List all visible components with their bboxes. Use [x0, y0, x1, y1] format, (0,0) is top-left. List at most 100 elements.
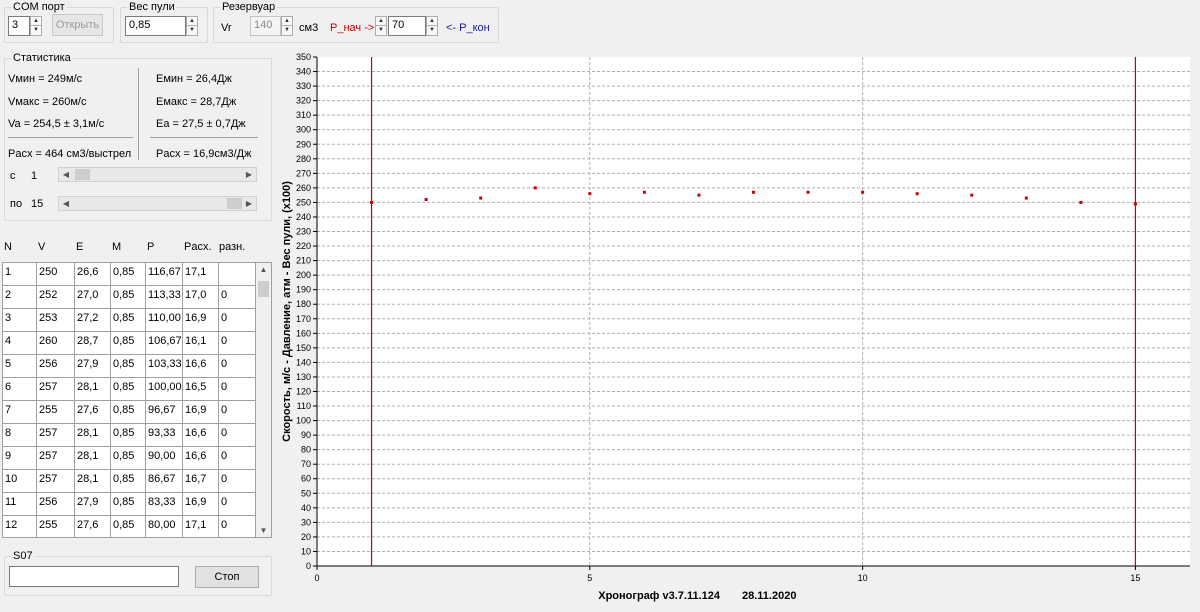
data-point[interactable]	[479, 196, 483, 200]
bullet-weight-spinner[interactable]: ▲ ▼	[186, 16, 198, 36]
table-cell[interactable]: 0	[219, 378, 256, 401]
table-cell[interactable]: 6	[3, 378, 37, 401]
table-cell[interactable]: 0,85	[111, 378, 146, 401]
table-cell[interactable]: 28,1	[75, 470, 111, 493]
table-cell[interactable]: 0,85	[111, 470, 146, 493]
table-cell[interactable]: 0,85	[111, 332, 146, 355]
table-cell[interactable]: 0	[219, 332, 256, 355]
table-cell[interactable]: 9	[3, 447, 37, 470]
shots-table[interactable]: ▲ ▼ 1 250 26,6 0,85 116,67 17,1 2 252 27,0 0,85 11…	[2, 262, 272, 538]
table-cell[interactable]: 0	[219, 309, 256, 332]
table-cell[interactable]: 8	[3, 424, 37, 447]
table-cell[interactable]: 100,00	[146, 378, 183, 401]
open-port-button[interactable]: Открыть	[52, 14, 103, 36]
table-cell[interactable]: 0	[219, 355, 256, 378]
table-cell[interactable]: 28,1	[75, 447, 111, 470]
table-cell[interactable]: 0	[219, 470, 256, 493]
data-point[interactable]	[1024, 196, 1028, 200]
col-header-diff[interactable]: разн.	[219, 241, 245, 253]
col-header-n[interactable]: N	[4, 241, 12, 253]
table-cell[interactable]: 0	[219, 516, 256, 537]
table-cell[interactable]: 28,1	[75, 378, 111, 401]
table-cell[interactable]: 0	[219, 447, 256, 470]
table-cell[interactable]: 0,85	[111, 424, 146, 447]
table-row[interactable]: 3 253 27,2 0,85 110,00 16,9 0	[3, 309, 256, 332]
table-cell[interactable]: 257	[37, 447, 75, 470]
s07-input[interactable]	[9, 566, 179, 587]
table-row[interactable]: 5 256 27,9 0,85 103,33 16,6 0	[3, 355, 256, 378]
table-cell[interactable]: 80,00	[146, 516, 183, 537]
data-point[interactable]	[1133, 202, 1137, 206]
table-row[interactable]: 7 255 27,6 0,85 96,67 16,9 0	[3, 401, 256, 424]
table-cell[interactable]: 0,85	[111, 286, 146, 309]
data-point[interactable]	[806, 190, 810, 194]
table-cell[interactable]: 2	[3, 286, 37, 309]
table-cell[interactable]: 0	[219, 424, 256, 447]
range-to-slider[interactable]: ◀ ▶	[58, 196, 257, 211]
table-row[interactable]: 4 260 28,7 0,85 106,67 16,1 0	[3, 332, 256, 355]
table-cell[interactable]: 0	[219, 401, 256, 424]
data-point[interactable]	[752, 190, 755, 194]
scroll-up-icon[interactable]: ▲	[256, 265, 271, 274]
table-cell[interactable]: 16,9	[183, 401, 219, 424]
table-cell[interactable]: 27,0	[75, 286, 111, 309]
table-cell[interactable]: 0,85	[111, 516, 146, 537]
table-cell[interactable]: 27,6	[75, 401, 111, 424]
scroll-left-icon[interactable]: ◀	[59, 197, 73, 210]
table-cell[interactable]: 113,33	[146, 286, 183, 309]
table-cell[interactable]: 250	[37, 263, 75, 286]
table-cell[interactable]: 86,67	[146, 470, 183, 493]
table-row[interactable]: 2 252 27,0 0,85 113,33 17,0 0	[3, 286, 256, 309]
slider-thumb[interactable]	[227, 198, 242, 209]
com-port-input[interactable]: 3	[8, 16, 30, 36]
col-header-e[interactable]: E	[76, 241, 83, 253]
stop-button[interactable]: Стоп	[195, 566, 259, 588]
table-cell[interactable]: 10	[3, 470, 37, 493]
data-point[interactable]	[370, 200, 374, 204]
scroll-left-icon[interactable]: ◀	[59, 168, 73, 181]
table-cell[interactable]: 116,67	[146, 263, 183, 286]
table-cell[interactable]: 252	[37, 286, 75, 309]
scroll-right-icon[interactable]: ▶	[242, 168, 256, 181]
table-cell[interactable]: 16,6	[183, 424, 219, 447]
table-scrollbar[interactable]: ▲ ▼	[256, 263, 271, 537]
table-cell[interactable]: 28,1	[75, 424, 111, 447]
data-point[interactable]	[424, 198, 428, 202]
data-point[interactable]	[642, 190, 646, 194]
table-cell[interactable]: 255	[37, 401, 75, 424]
table-cell[interactable]: 27,6	[75, 516, 111, 537]
table-cell[interactable]: 257	[37, 470, 75, 493]
scroll-down-icon[interactable]: ▼	[256, 526, 271, 535]
table-cell[interactable]: 0,85	[111, 309, 146, 332]
data-point[interactable]	[697, 193, 701, 197]
table-cell[interactable]: 27,9	[75, 493, 111, 516]
scroll-right-icon[interactable]: ▶	[242, 197, 256, 210]
table-cell[interactable]: 260	[37, 332, 75, 355]
table-cell[interactable]: 0	[219, 493, 256, 516]
table-cell[interactable]: 16,9	[183, 309, 219, 332]
data-point[interactable]	[861, 190, 865, 194]
com-port-spinner[interactable]: ▲ ▼	[30, 16, 42, 36]
table-cell[interactable]: 27,9	[75, 355, 111, 378]
table-cell[interactable]: 17,1	[183, 263, 219, 286]
table-cell[interactable]: 16,7	[183, 470, 219, 493]
table-cell[interactable]: 257	[37, 424, 75, 447]
pressure-input[interactable]: 70	[388, 16, 426, 36]
table-cell[interactable]: 16,1	[183, 332, 219, 355]
table-cell[interactable]: 5	[3, 355, 37, 378]
table-row[interactable]: 11 256 27,9 0,85 83,33 16,9 0	[3, 493, 256, 516]
table-cell[interactable]: 106,67	[146, 332, 183, 355]
table-cell[interactable]: 12	[3, 516, 37, 537]
data-point[interactable]	[588, 192, 592, 196]
table-cell[interactable]: 27,2	[75, 309, 111, 332]
table-row[interactable]: 10 257 28,1 0,85 86,67 16,7 0	[3, 470, 256, 493]
col-header-v[interactable]: V	[38, 241, 45, 253]
table-cell[interactable]: 96,67	[146, 401, 183, 424]
bullet-weight-input[interactable]: 0,85	[125, 16, 186, 36]
data-point[interactable]	[970, 193, 974, 197]
col-header-p[interactable]: P	[147, 241, 154, 253]
table-cell[interactable]: 253	[37, 309, 75, 332]
data-point[interactable]	[915, 192, 919, 196]
data-point[interactable]	[1079, 200, 1083, 204]
table-cell[interactable]: 17,1	[183, 516, 219, 537]
